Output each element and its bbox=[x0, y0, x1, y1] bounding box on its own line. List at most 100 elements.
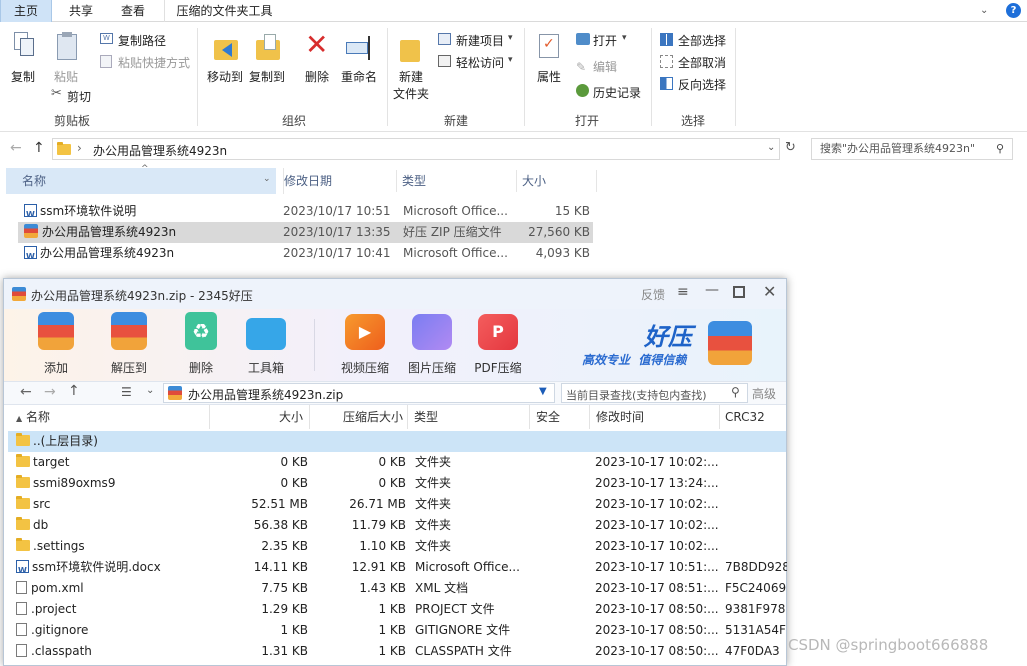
copy-path-button[interactable]: 复制路径 bbox=[118, 32, 166, 49]
tab-compressed-tools[interactable]: 压缩的文件夹工具 bbox=[164, 0, 284, 22]
cut-button[interactable]: 剪切 bbox=[67, 88, 91, 105]
breadcrumb-current[interactable]: 办公用品管理系统4923n bbox=[93, 142, 227, 159]
feedback-link[interactable]: 反馈 bbox=[641, 286, 665, 303]
archive-file-size: 52.51 MB bbox=[251, 497, 308, 511]
archive-row[interactable]: ..(上层目录) bbox=[8, 431, 786, 452]
archive-file-size: 7.75 KB bbox=[261, 581, 308, 595]
select-none-button[interactable]: 全部取消 bbox=[678, 54, 726, 71]
archive-file-mtime: 2023-10-17 10:02:... bbox=[595, 539, 719, 553]
copy-button[interactable]: 复制 bbox=[11, 68, 35, 85]
copy-to-button[interactable]: 复制到 bbox=[249, 68, 285, 85]
address-dropdown-icon[interactable]: ⌄ bbox=[767, 142, 775, 153]
paste-shortcut-icon bbox=[100, 55, 112, 68]
archive-file-mtime bbox=[595, 431, 723, 452]
ribbon-tabs: 主页 共享 查看 压缩的文件夹工具 ⌄ ? bbox=[0, 0, 1027, 22]
archive-file-type: PROJECT 文件 bbox=[415, 602, 495, 616]
forward-arrow-icon[interactable]: → bbox=[44, 384, 56, 400]
rename-button[interactable]: 重命名 bbox=[341, 68, 377, 85]
open-dropdown-icon[interactable]: ▾ bbox=[622, 33, 627, 43]
edit-button[interactable]: 编辑 bbox=[593, 58, 617, 75]
history-button[interactable]: 历史记录 bbox=[593, 84, 641, 101]
archive-row[interactable]: .settings 2.35 KB 1.10 KB 文件夹 2023-10-17 10:… bbox=[8, 536, 786, 557]
view-dropdown-icon[interactable]: ⌄ bbox=[146, 385, 154, 396]
file-row[interactable]: ssm环境软件说明 2023/10/17 10:51 Microsoft Off… bbox=[18, 201, 593, 222]
question-icon[interactable]: ? bbox=[1006, 3, 1021, 18]
tab-home[interactable]: 主页 bbox=[0, 0, 52, 22]
archive-file-mtime: 2023-10-17 08:50:... bbox=[595, 623, 719, 637]
zcol-name[interactable]: ▲ 名称 bbox=[8, 405, 210, 429]
video-icon: ▶ bbox=[345, 314, 385, 350]
easy-access-button[interactable]: 轻松访问 bbox=[456, 54, 504, 71]
zcol-size[interactable]: 大小 bbox=[210, 405, 310, 429]
paste-shortcut-button[interactable]: 粘贴快捷方式 bbox=[118, 54, 190, 71]
archive-row[interactable]: db 56.38 KB 11.79 KB 文件夹 2023-10-17 10:02:..… bbox=[8, 515, 786, 536]
zcol-compressed[interactable]: 压缩后大小 bbox=[310, 405, 408, 429]
archive-row[interactable]: .classpath 1.31 KB 1 KB CLASSPATH 文件 2023-10… bbox=[8, 641, 786, 662]
maximize-icon[interactable] bbox=[733, 286, 745, 298]
zcol-security[interactable]: 安全 bbox=[530, 405, 590, 429]
archive-search-input[interactable]: 当前目录查找(支持包内查找) ⚲ bbox=[561, 383, 748, 403]
up-arrow-icon[interactable]: ↑ bbox=[33, 140, 45, 156]
close-icon[interactable]: ✕ bbox=[763, 282, 776, 301]
archive-row[interactable]: src 52.51 MB 26.71 MB 文件夹 2023-10-17 10:02:.… bbox=[8, 494, 786, 515]
refresh-icon[interactable]: ↻ bbox=[785, 140, 796, 155]
archive-path-field[interactable]: 办公用品管理系统4923n.zip ▼ bbox=[163, 383, 555, 403]
properties-button[interactable]: 属性 bbox=[537, 68, 561, 85]
view-mode-icon[interactable]: ☰ bbox=[121, 385, 132, 399]
ribbon-collapse-icon[interactable]: ⌄ bbox=[980, 5, 990, 16]
file-row-selected[interactable]: 办公用品管理系统4923n 2023/10/17 13:35 好压 ZIP 压缩… bbox=[18, 222, 593, 243]
file-row[interactable]: 办公用品管理系统4923n 2023/10/17 10:41 Microsoft… bbox=[18, 243, 593, 264]
archive-file-crc: 9381F978 bbox=[725, 602, 786, 616]
search-input[interactable]: 搜索"办公用品管理系统4923n" ⚲ bbox=[811, 138, 1013, 160]
paste-button[interactable]: 粘贴 bbox=[54, 68, 78, 85]
easy-access-dropdown-icon[interactable]: ▾ bbox=[508, 55, 513, 65]
toolbar-divider bbox=[314, 319, 315, 371]
back-arrow-icon[interactable]: ← bbox=[20, 384, 32, 400]
archive-file-mtime: 2023-10-17 10:02:... bbox=[595, 497, 719, 511]
menu-icon[interactable]: ≡ bbox=[677, 284, 689, 300]
archive-row[interactable]: ssm环境软件说明.docx 14.11 KB 12.91 KB Microsoft … bbox=[8, 557, 787, 578]
new-folder-button-line2[interactable]: 文件夹 bbox=[393, 85, 429, 102]
new-item-dropdown-icon[interactable]: ▾ bbox=[508, 33, 513, 43]
ribbon: 复制 粘贴 W 复制路径 粘贴快捷方式 ✂ 剪切 剪贴板 移动到 复制到 ✕ 删… bbox=[0, 22, 1027, 132]
archive-file-name: db bbox=[33, 518, 49, 532]
group-divider bbox=[197, 28, 198, 126]
archive-row[interactable]: .project 1.29 KB 1 KB PROJECT 文件 2023-10-17 … bbox=[8, 599, 786, 620]
group-label-organize: 组织 bbox=[281, 114, 306, 128]
tab-share[interactable]: 共享 bbox=[58, 0, 104, 22]
archive-file-crc bbox=[725, 452, 787, 473]
zcol-type[interactable]: 类型 bbox=[408, 405, 530, 429]
archive-row[interactable]: pom.xml 7.75 KB 1.43 KB XML 文档 2023-10-17 08… bbox=[8, 578, 786, 599]
address-bar[interactable]: › 办公用品管理系统4923n bbox=[52, 138, 780, 160]
search-icon[interactable]: ⚲ bbox=[731, 385, 740, 399]
move-to-button[interactable]: 移动到 bbox=[207, 68, 243, 85]
archive-row[interactable]: .gitignore 1 KB 1 KB GITIGNORE 文件 2023-10-17… bbox=[8, 620, 786, 641]
file-icon bbox=[16, 644, 27, 657]
minimize-icon[interactable]: — bbox=[705, 282, 719, 298]
archive-row[interactable]: ssmi89oxms9 0 KB 0 KB 文件夹 2023-10-17 13:24:.… bbox=[8, 473, 786, 494]
tab-view[interactable]: 查看 bbox=[110, 0, 156, 22]
invert-selection-button[interactable]: 反向选择 bbox=[678, 76, 726, 93]
back-arrow-icon[interactable]: ← bbox=[10, 140, 22, 156]
select-all-button[interactable]: 全部选择 bbox=[678, 32, 726, 49]
open-button[interactable]: 打开 bbox=[593, 32, 617, 49]
column-name[interactable]: 名称 bbox=[22, 168, 46, 194]
column-dropdown-icon[interactable]: ⌄ bbox=[263, 174, 271, 184]
archive-file-compressed: 0 KB bbox=[378, 476, 406, 490]
new-folder-button-line1[interactable]: 新建 bbox=[399, 68, 423, 85]
new-item-button[interactable]: 新建项目 bbox=[456, 32, 504, 49]
archive-row[interactable]: target 0 KB 0 KB 文件夹 2023-10-17 10:02:... bbox=[8, 452, 786, 473]
column-size[interactable]: 大小 bbox=[522, 168, 546, 194]
path-dropdown-icon[interactable]: ▼ bbox=[539, 386, 547, 397]
edit-icon: ✎ bbox=[576, 60, 587, 74]
archive-file-name: pom.xml bbox=[31, 581, 84, 595]
column-date[interactable]: 修改日期 bbox=[283, 168, 332, 194]
archive-file-compressed: 1 KB bbox=[378, 602, 406, 616]
up-arrow-icon[interactable]: ↑ bbox=[68, 383, 80, 399]
zcol-crc[interactable]: CRC32 bbox=[720, 405, 786, 429]
delete-button[interactable]: 删除 bbox=[305, 68, 329, 85]
breadcrumb-chevron-icon[interactable]: › bbox=[77, 141, 82, 155]
column-type[interactable]: 类型 bbox=[402, 168, 426, 194]
zcol-mtime[interactable]: 修改时间 bbox=[590, 405, 720, 429]
advanced-search-link[interactable]: 高级 bbox=[752, 385, 776, 402]
